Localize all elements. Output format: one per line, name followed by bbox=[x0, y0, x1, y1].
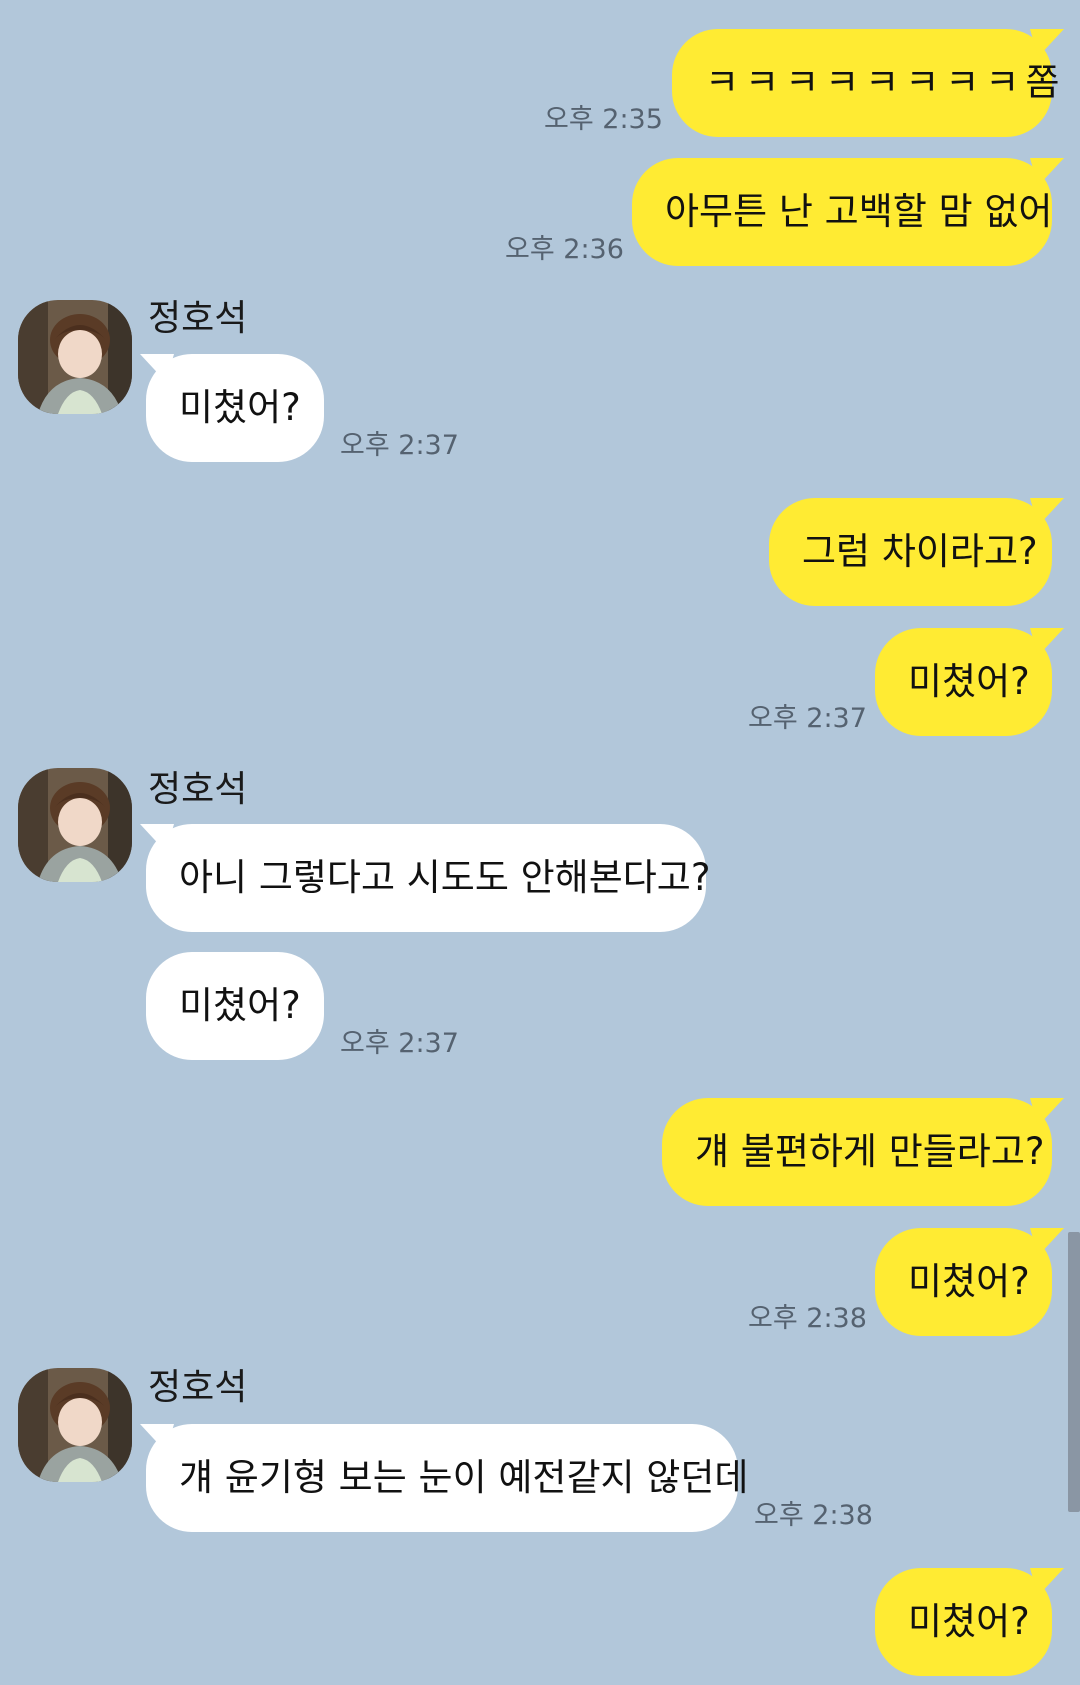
sender-name: 정호석 bbox=[148, 1367, 248, 1408]
message-bubble-other[interactable]: 아니 그렇다고 시도도 안해본다고? bbox=[146, 824, 710, 932]
bubble-tail bbox=[1030, 1568, 1064, 1596]
bubble-tail bbox=[1030, 1098, 1064, 1126]
message-time: 오후 2:37 bbox=[340, 1028, 459, 1059]
message-bubble-mine[interactable]: 미쳤어? bbox=[875, 1568, 1052, 1676]
message-time: 오후 2:37 bbox=[748, 703, 867, 734]
message-bubble-other[interactable]: 미쳤어? bbox=[146, 952, 324, 1060]
bubble-tail bbox=[1030, 628, 1064, 656]
message-time: 오후 2:36 bbox=[505, 234, 624, 265]
message-bubble-mine[interactable]: 미쳤어? bbox=[875, 628, 1052, 736]
sender-name: 정호석 bbox=[148, 298, 248, 339]
message-time: 오후 2:38 bbox=[748, 1303, 867, 1334]
message-time: 오후 2:37 bbox=[340, 430, 459, 461]
bubble-tail bbox=[1030, 498, 1064, 526]
message-bubble-mine[interactable]: 걔 불편하게 만들라고? bbox=[662, 1098, 1052, 1206]
bubble-tail bbox=[1030, 29, 1064, 57]
message-time: 오후 2:38 bbox=[754, 1500, 873, 1531]
bubble-tail bbox=[1030, 158, 1064, 186]
message-bubble-other[interactable]: 미쳤어? bbox=[146, 354, 324, 462]
message-bubble-mine[interactable]: 그럼 차이라고? bbox=[769, 498, 1052, 606]
sender-name: 정호석 bbox=[148, 769, 248, 810]
bubble-tail bbox=[1030, 1228, 1064, 1256]
contact-avatar[interactable] bbox=[18, 1368, 132, 1482]
message-time: 오후 2:35 bbox=[544, 104, 663, 135]
contact-avatar[interactable] bbox=[18, 768, 132, 882]
scrollbar-thumb[interactable] bbox=[1068, 1232, 1080, 1512]
message-bubble-mine[interactable]: 미쳤어? bbox=[875, 1228, 1052, 1336]
message-bubble-mine[interactable]: 아무튼 난 고백할 맘 없어 bbox=[632, 158, 1052, 266]
contact-avatar[interactable] bbox=[18, 300, 132, 414]
message-bubble-other[interactable]: 걔 윤기형 보는 눈이 예전같지 않던데 bbox=[146, 1424, 748, 1532]
message-bubble-mine[interactable]: ㅋㅋㅋㅋㅋㅋㅋㅋ쫌 bbox=[672, 29, 1059, 137]
